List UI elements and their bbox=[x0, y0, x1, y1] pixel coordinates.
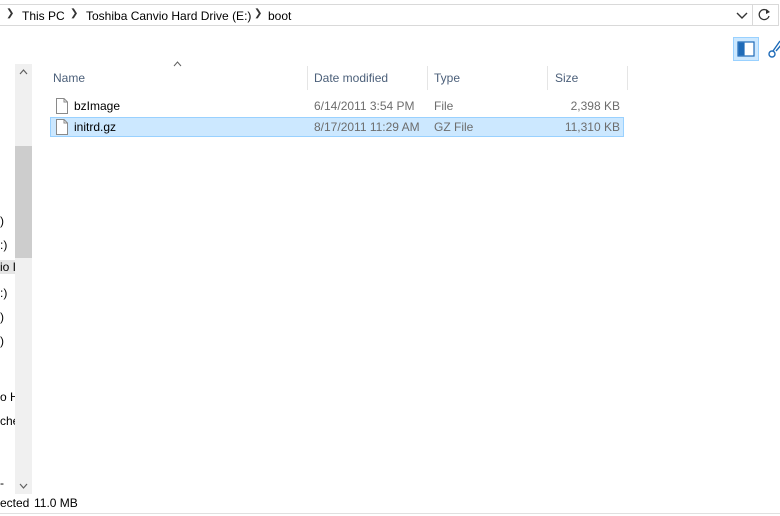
breadcrumb-boot[interactable]: boot bbox=[268, 9, 291, 23]
column-header-date-modified[interactable]: Date modified bbox=[314, 66, 388, 90]
nav-item[interactable]: :) bbox=[0, 238, 7, 252]
file-row[interactable]: bzImage 6/14/2011 3:54 PM File 2,398 KB bbox=[50, 96, 624, 116]
nav-pane-scrollbar[interactable] bbox=[15, 64, 32, 494]
refresh-icon[interactable] bbox=[756, 7, 772, 23]
file-type: GZ File bbox=[434, 120, 474, 134]
breadcrumb-drive[interactable]: Toshiba Canvio Hard Drive (E:) bbox=[86, 9, 251, 23]
file-name: bzImage bbox=[74, 99, 121, 113]
nav-item[interactable]: :) bbox=[0, 286, 7, 300]
scroll-down-icon[interactable] bbox=[19, 483, 28, 489]
status-selected-size: 11.0 MB bbox=[34, 496, 78, 510]
preview-pane-toggle-button[interactable] bbox=[733, 37, 759, 61]
scrollbar-thumb[interactable] bbox=[15, 146, 32, 258]
sort-ascending-icon bbox=[173, 61, 182, 67]
column-divider[interactable] bbox=[547, 66, 548, 90]
nav-item[interactable]: ) bbox=[0, 334, 4, 348]
column-header-name[interactable]: Name bbox=[53, 66, 85, 90]
column-divider[interactable] bbox=[307, 66, 308, 90]
cut-button[interactable] bbox=[766, 38, 780, 60]
breadcrumb-separator-icon[interactable]: ❯ bbox=[254, 8, 262, 19]
status-selected-text: ected bbox=[0, 496, 30, 510]
scroll-up-icon[interactable] bbox=[19, 69, 28, 75]
file-size: 11,310 KB bbox=[564, 120, 620, 134]
breadcrumb-separator-icon[interactable]: ❯ bbox=[70, 8, 78, 19]
nav-item-selected[interactable]: io I bbox=[0, 260, 16, 274]
file-date: 8/17/2011 11:29 AM bbox=[314, 120, 420, 134]
column-header-type[interactable]: Type bbox=[434, 66, 460, 90]
file-type: File bbox=[434, 99, 454, 113]
preview-pane-icon bbox=[737, 41, 755, 57]
file-size: 2,398 KB bbox=[570, 99, 620, 113]
chevron-down-icon[interactable] bbox=[734, 7, 750, 23]
scissors-icon bbox=[768, 40, 780, 58]
breadcrumb-this-pc[interactable]: This PC bbox=[22, 9, 65, 23]
breadcrumb-separator-icon[interactable]: ❯ bbox=[6, 8, 14, 19]
file-icon bbox=[56, 119, 68, 135]
address-divider bbox=[752, 5, 753, 25]
window-bottom-border bbox=[0, 513, 780, 514]
file-date: 6/14/2011 3:54 PM bbox=[314, 99, 415, 113]
file-row-selected[interactable]: initrd.gz 8/17/2011 11:29 AM GZ File 11,… bbox=[50, 117, 624, 137]
nav-item[interactable]: ) bbox=[0, 214, 4, 228]
address-bar[interactable]: ❯ This PC ❯ Toshiba Canvio Hard Drive (E… bbox=[0, 4, 779, 26]
column-divider[interactable] bbox=[627, 66, 628, 90]
column-divider[interactable] bbox=[427, 66, 428, 90]
nav-item[interactable]: ) bbox=[0, 310, 4, 324]
file-name: initrd.gz bbox=[74, 120, 117, 134]
column-header-size[interactable]: Size bbox=[555, 66, 578, 90]
nav-item[interactable]: - bbox=[0, 476, 4, 490]
file-icon bbox=[56, 98, 68, 114]
